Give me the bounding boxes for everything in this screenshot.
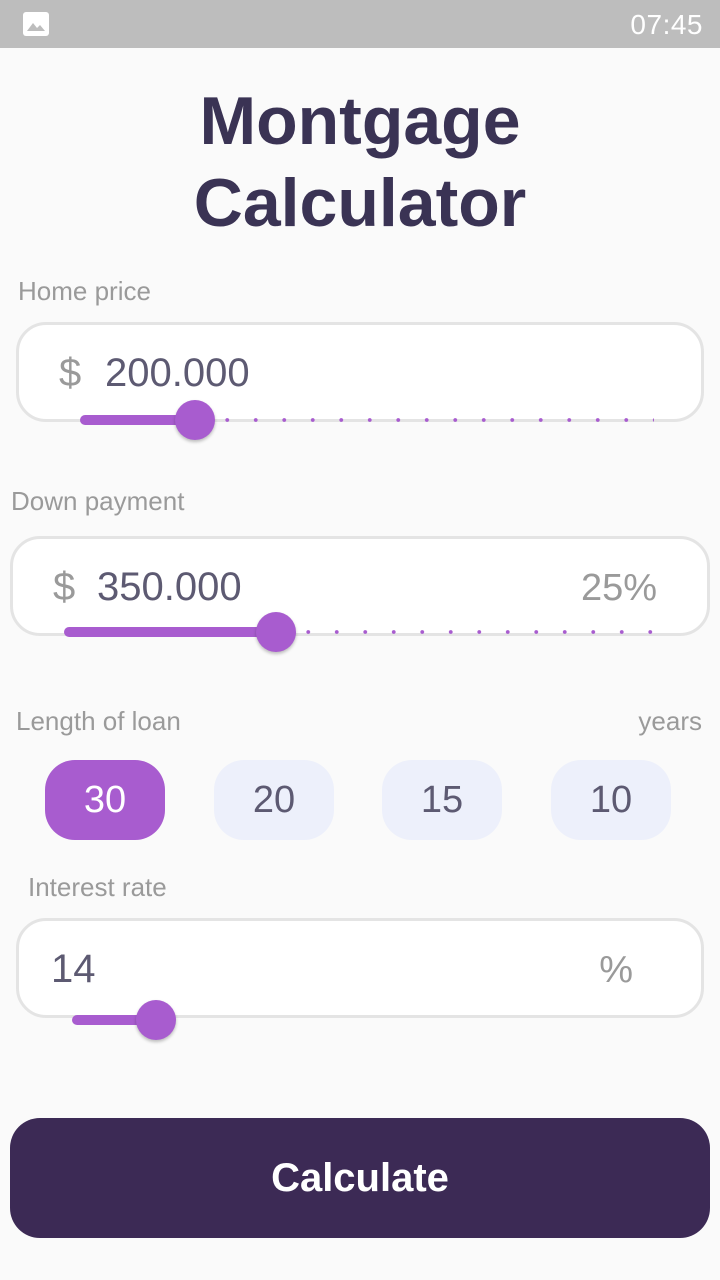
loan-option-20[interactable]: 20 — [214, 760, 334, 840]
down-payment-value[interactable]: 350.000 — [97, 565, 242, 610]
home-price-value[interactable]: 200.000 — [105, 351, 250, 396]
down-payment-percent: 25% — [580, 567, 657, 609]
page-title: Montgage Calculator — [0, 80, 720, 244]
interest-rate-label: Interest rate — [28, 872, 167, 902]
status-time: 07:45 — [630, 9, 703, 40]
slider-fill — [64, 627, 276, 637]
slider-thumb[interactable] — [136, 1000, 176, 1040]
slider-track — [286, 630, 670, 634]
slider-track — [205, 418, 654, 422]
loan-length-unit: years — [638, 706, 702, 736]
slider-thumb[interactable] — [175, 400, 215, 440]
title-line-1: Montgage — [199, 83, 521, 159]
title-line-2: Calculator — [193, 165, 527, 241]
loan-option-15[interactable]: 15 — [382, 760, 502, 840]
calculate-button[interactable]: Calculate — [10, 1118, 710, 1238]
home-price-slider[interactable] — [80, 400, 654, 440]
image-icon — [23, 12, 49, 36]
down-payment-currency: $ — [53, 565, 76, 609]
interest-rate-slider[interactable] — [72, 1000, 672, 1040]
home-price-label: Home price — [18, 276, 151, 306]
home-price-currency: $ — [59, 351, 82, 395]
down-payment-label: Down payment — [11, 486, 185, 516]
interest-rate-unit: % — [599, 949, 633, 991]
loan-option-30[interactable]: 30 — [45, 760, 165, 840]
loan-length-label: Length of loan — [16, 706, 181, 736]
interest-rate-value[interactable]: 14 — [51, 947, 96, 992]
loan-option-10[interactable]: 10 — [551, 760, 671, 840]
slider-thumb[interactable] — [256, 612, 296, 652]
status-bar: 07:45 — [0, 0, 720, 48]
down-payment-slider[interactable] — [64, 612, 670, 652]
